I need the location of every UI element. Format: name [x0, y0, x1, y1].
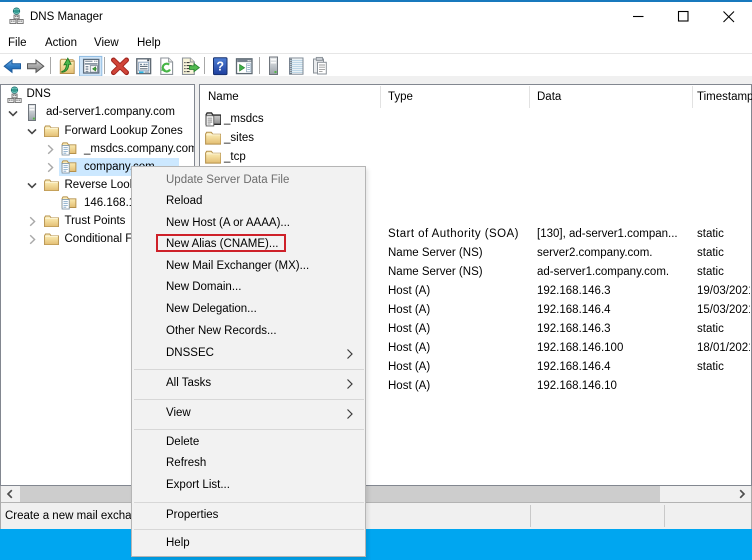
svg-text:?: ? [216, 60, 224, 74]
